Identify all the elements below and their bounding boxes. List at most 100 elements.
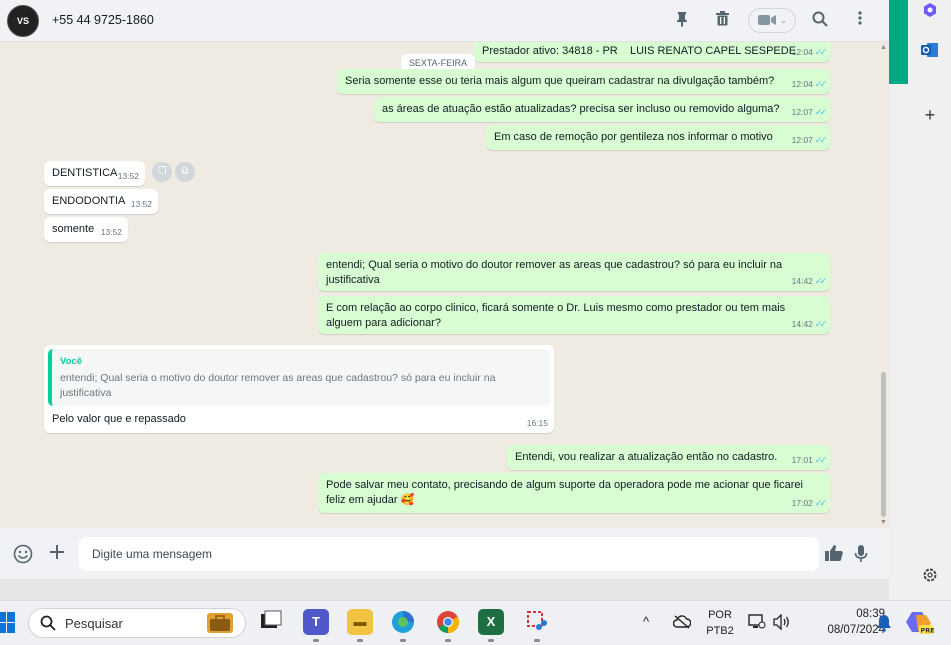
scroll-down-icon[interactable]: ▼ (880, 519, 887, 526)
copilot-icon[interactable] (921, 2, 939, 20)
message-bubble[interactable]: ENDODONTIA 13:52 (44, 189, 158, 214)
windows-start-icon[interactable] (0, 612, 16, 637)
chat-scrollbar[interactable] (881, 372, 886, 517)
search-label: Pesquisar (65, 616, 123, 631)
message-meta: 14:42 ✓✓ (791, 274, 827, 289)
message-bubble[interactable]: Pode salvar meu contato, precisando de a… (318, 473, 830, 513)
file-explorer-icon[interactable]: ▬ (347, 609, 373, 635)
menu-icon[interactable] (850, 11, 870, 31)
snipping-tool-icon[interactable] (524, 609, 550, 635)
message-meta: 12:04 ✓✓ (791, 77, 827, 92)
scroll-up-icon[interactable]: ▲ (880, 44, 887, 51)
message-text: Em caso de remoção por gentileza nos inf… (494, 131, 773, 143)
emoji-icon[interactable] (12, 544, 34, 566)
quoted-message[interactable]: Você entendi; Qual seria o motivo do dou… (48, 349, 550, 406)
message-time: 13:52 (117, 171, 139, 181)
message-text: Pode salvar meu contato, precisando de a… (326, 479, 803, 506)
read-ticks-icon: ✓✓ (814, 107, 827, 117)
keyboard-layout-indicator[interactable]: PTB2 (704, 625, 736, 637)
excel-icon[interactable]: X (478, 609, 504, 635)
read-ticks-icon: ✓✓ (814, 47, 827, 57)
message-text: Entendi, vou realizar a atualização entã… (515, 451, 778, 463)
message-time: 17:02 (791, 498, 813, 508)
whatsapp-window: VS +55 44 9725-1860 ⌄ Prestador ativo: 3… (0, 0, 889, 579)
message-time: 17:01 (791, 455, 813, 465)
display-icon[interactable] (748, 614, 766, 633)
composer (0, 528, 889, 579)
message-bubble[interactable]: Entendi, vou realizar a atualização entã… (507, 445, 830, 470)
read-ticks-icon: ✓✓ (814, 498, 827, 508)
message-meta: 17:01 ✓✓ (791, 453, 827, 468)
message-list[interactable]: Prestador ativo: 34818 - PR LUIS RENATO … (0, 42, 889, 528)
pin-icon[interactable] (672, 11, 692, 31)
message-time: 14:42 (791, 276, 813, 286)
quote-author: Você (60, 356, 83, 367)
contact-name[interactable]: +55 44 9725-1860 (52, 13, 154, 27)
quote-text: entendi; Qual seria o motivo do doutor r… (60, 372, 496, 399)
work-briefcase-icon[interactable] (207, 613, 233, 633)
running-indicator (357, 639, 363, 642)
running-indicator (488, 639, 494, 642)
message-bubble[interactable]: as áreas de atuação estão atualizadas? p… (374, 97, 830, 122)
chevron-up-icon[interactable]: ^ (643, 614, 649, 629)
chrome-icon[interactable] (435, 609, 461, 635)
message-bubble[interactable]: E com relação ao corpo clinico, ficará s… (318, 296, 830, 334)
task-view-icon[interactable] (258, 609, 284, 635)
message-bubble[interactable]: DENTISTICA 13:52 (44, 161, 145, 186)
microphone-icon[interactable] (850, 544, 872, 566)
message-meta: 14:42 ✓✓ (792, 317, 827, 332)
video-call-button[interactable]: ⌄ (748, 8, 796, 33)
running-indicator (534, 639, 540, 642)
svg-text:PRE: PRE (921, 627, 935, 635)
video-call-icon (757, 15, 780, 29)
message-bubble[interactable]: Em caso de remoção por gentileza nos inf… (486, 125, 830, 150)
message-input[interactable] (79, 537, 819, 571)
trash-icon[interactable] (712, 11, 732, 31)
add-icon[interactable]: + (921, 106, 939, 124)
read-ticks-icon: ✓✓ (814, 79, 827, 89)
window-bottom-edge (0, 579, 951, 600)
message-time: 13:52 (130, 199, 152, 209)
side-panel (889, 0, 951, 600)
message-meta: 17:02 ✓✓ (791, 496, 827, 511)
avatar[interactable]: VS (7, 5, 39, 37)
active-indicator (889, 0, 908, 84)
clock-date[interactable]: 08/07/2024 (802, 624, 885, 636)
message-time: 12:04 (791, 47, 813, 57)
chat-header: VS +55 44 9725-1860 ⌄ (0, 0, 889, 42)
message-meta: 12:07 ✓✓ (791, 105, 827, 120)
message-bubble[interactable]: Prestador ativo: 34818 - PR LUIS RENATO … (474, 42, 830, 62)
notification-bell-icon[interactable] (876, 614, 892, 635)
forward-icon[interactable]: ❐ (152, 162, 172, 182)
running-indicator (400, 639, 406, 642)
message-text: E com relação ao corpo clinico, ficará s… (326, 302, 786, 329)
message-time: 12:07 (791, 107, 813, 117)
volume-icon[interactable] (773, 613, 791, 633)
attach-plus-icon[interactable] (46, 544, 68, 566)
message-time: 13:52 (100, 227, 122, 237)
copy-icon[interactable]: ⧉ (175, 162, 195, 182)
teams-icon[interactable]: T (303, 609, 329, 635)
settings-icon[interactable] (921, 567, 939, 585)
message-bubble[interactable]: Seria somente esse ou teria mais algum q… (337, 69, 830, 94)
search-icon[interactable] (810, 11, 830, 31)
read-ticks-icon: ✓✓ (814, 276, 827, 286)
message-text: entendi; Qual seria o motivo do doutor r… (326, 259, 783, 286)
thumbs-up-icon[interactable] (823, 544, 845, 566)
running-indicator (313, 639, 319, 642)
outlook-icon[interactable] (921, 42, 939, 60)
message-text: Seria somente esse ou teria mais algum q… (345, 75, 775, 87)
edge-icon[interactable] (390, 609, 416, 635)
message-time: 12:04 (791, 79, 813, 89)
read-ticks-icon: ✓✓ (814, 455, 827, 465)
taskbar-search[interactable]: Pesquisar (28, 608, 246, 638)
message-text: Pelo valor que e repassado (52, 413, 186, 425)
message-bubble[interactable]: Você entendi; Qual seria o motivo do dou… (44, 345, 554, 433)
cloud-offline-icon[interactable] (672, 615, 692, 632)
copilot-taskbar-icon[interactable]: PRE (906, 609, 935, 638)
message-bubble[interactable]: somente 13:52 (44, 217, 128, 242)
taskbar: Pesquisar T ▬ X ^ POR PTB2 08:39 08/07/2… (0, 600, 951, 645)
language-indicator[interactable]: POR (704, 609, 736, 621)
message-bubble[interactable]: entendi; Qual seria o motivo do doutor r… (318, 253, 830, 291)
running-indicator (445, 639, 451, 642)
